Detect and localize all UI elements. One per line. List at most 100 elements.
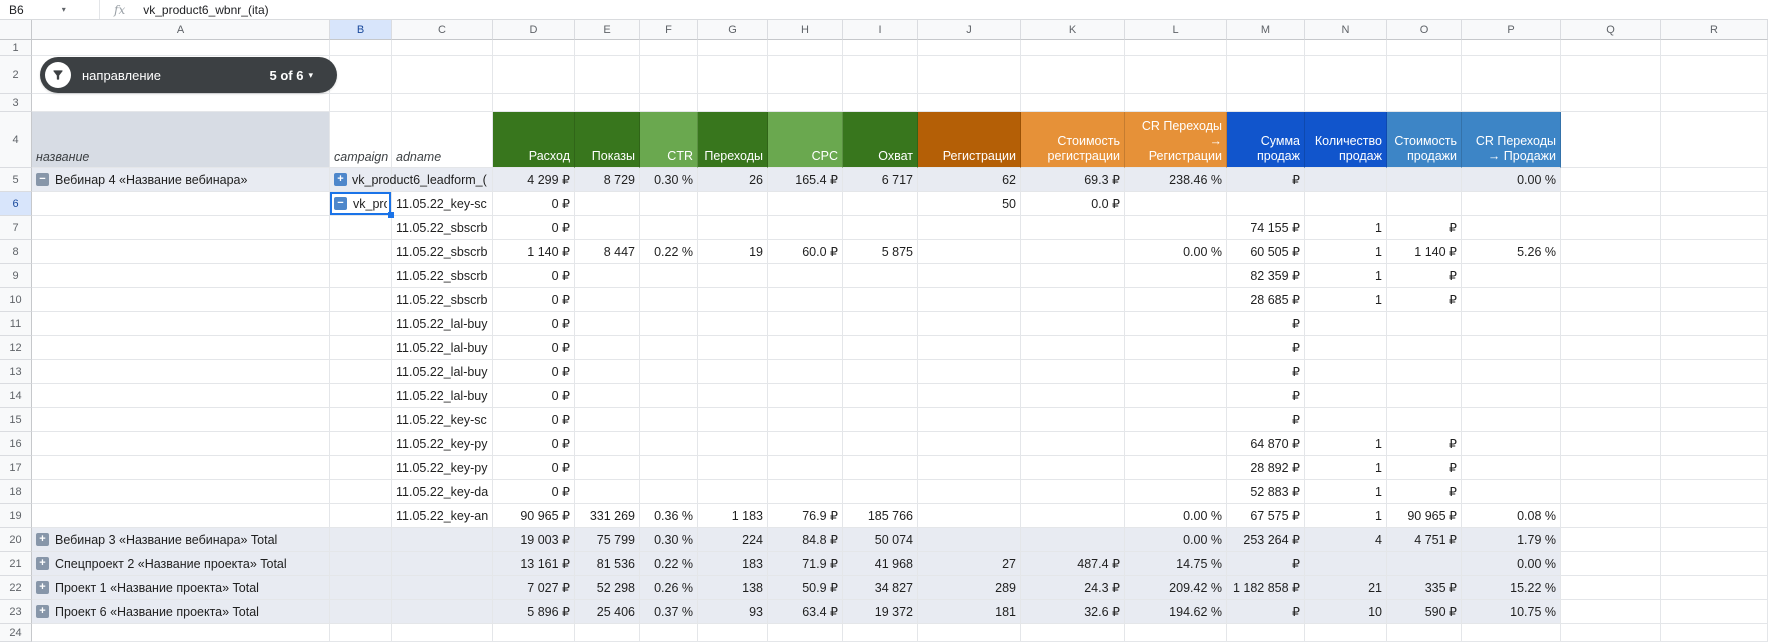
cell-F23[interactable]: 0.37 %: [640, 600, 698, 624]
cell-M5[interactable]: ₽: [1227, 168, 1305, 192]
cell-A7[interactable]: [32, 216, 330, 240]
cell-K18[interactable]: [1021, 480, 1125, 504]
cell-B7[interactable]: [330, 216, 392, 240]
cell[interactable]: [330, 624, 392, 642]
cell[interactable]: [1661, 312, 1768, 336]
column-header-J[interactable]: J: [918, 20, 1021, 40]
cell-N7[interactable]: 1: [1305, 216, 1387, 240]
cell-P21[interactable]: 0.00 %: [1462, 552, 1561, 576]
pivot-header-D[interactable]: Расход: [493, 112, 575, 168]
cell-G15[interactable]: [698, 408, 768, 432]
cell[interactable]: [1387, 40, 1462, 56]
cell-P15[interactable]: [1462, 408, 1561, 432]
cell-D5[interactable]: 4 299 ₽: [493, 168, 575, 192]
cell-B19[interactable]: [330, 504, 392, 528]
cell-E14[interactable]: [575, 384, 640, 408]
row-header-9[interactable]: 9: [0, 264, 32, 288]
cell-B6[interactable]: −vk_prod: [330, 192, 392, 216]
row-header-8[interactable]: 8: [0, 240, 32, 264]
cell-G23[interactable]: 93: [698, 600, 768, 624]
cell-K19[interactable]: [1021, 504, 1125, 528]
cell-F16[interactable]: [640, 432, 698, 456]
cell-C16[interactable]: 11.05.22_key-py: [392, 432, 493, 456]
cell-K9[interactable]: [1021, 264, 1125, 288]
cell-E18[interactable]: [575, 480, 640, 504]
cell-D8[interactable]: 1 140 ₽: [493, 240, 575, 264]
cell-E5[interactable]: 8 729: [575, 168, 640, 192]
cell-B18[interactable]: [330, 480, 392, 504]
expand-group-button[interactable]: +: [36, 605, 49, 618]
cell[interactable]: [918, 40, 1021, 56]
cell-J21[interactable]: 27: [918, 552, 1021, 576]
cell-H19[interactable]: 76.9 ₽: [768, 504, 843, 528]
cell-H17[interactable]: [768, 456, 843, 480]
cell[interactable]: [1661, 624, 1768, 642]
cell-J14[interactable]: [918, 384, 1021, 408]
cell-M23[interactable]: ₽: [1227, 600, 1305, 624]
cell-B16[interactable]: [330, 432, 392, 456]
column-header-Q[interactable]: Q: [1561, 20, 1661, 40]
cell[interactable]: [1125, 56, 1227, 94]
cell[interactable]: [1561, 576, 1661, 600]
cell-B10[interactable]: [330, 288, 392, 312]
cell[interactable]: [1227, 40, 1305, 56]
cell-G6[interactable]: [698, 192, 768, 216]
cell[interactable]: [768, 56, 843, 94]
cell-C18[interactable]: 11.05.22_key-da: [392, 480, 493, 504]
cell-P6[interactable]: [1462, 192, 1561, 216]
cell[interactable]: [1561, 456, 1661, 480]
cell-L14[interactable]: [1125, 384, 1227, 408]
cell-O22[interactable]: 335 ₽: [1387, 576, 1462, 600]
cell-N5[interactable]: [1305, 168, 1387, 192]
cell-P7[interactable]: [1462, 216, 1561, 240]
cell[interactable]: [1305, 624, 1387, 642]
cell-F11[interactable]: [640, 312, 698, 336]
cell-F18[interactable]: [640, 480, 698, 504]
cell-C20[interactable]: [392, 528, 493, 552]
cell-O15[interactable]: [1387, 408, 1462, 432]
cell[interactable]: [918, 624, 1021, 642]
column-header-I[interactable]: I: [843, 20, 918, 40]
cell-L17[interactable]: [1125, 456, 1227, 480]
cell-M18[interactable]: 52 883 ₽: [1227, 480, 1305, 504]
cell[interactable]: [1561, 240, 1661, 264]
cell-J23[interactable]: 181: [918, 600, 1021, 624]
cell-F12[interactable]: [640, 336, 698, 360]
row-header-14[interactable]: 14: [0, 384, 32, 408]
row-header-18[interactable]: 18: [0, 480, 32, 504]
column-header-R[interactable]: R: [1661, 20, 1768, 40]
cell-P5[interactable]: 0.00 %: [1462, 168, 1561, 192]
column-header-F[interactable]: F: [640, 20, 698, 40]
cell-J12[interactable]: [918, 336, 1021, 360]
cell-A6[interactable]: [32, 192, 330, 216]
cell-L5[interactable]: 238.46 %: [1125, 168, 1227, 192]
cell-I22[interactable]: 34 827: [843, 576, 918, 600]
cell-N12[interactable]: [1305, 336, 1387, 360]
cell-D9[interactable]: 0 ₽: [493, 264, 575, 288]
cell-B12[interactable]: [330, 336, 392, 360]
cell-P22[interactable]: 15.22 %: [1462, 576, 1561, 600]
cell-B21[interactable]: [330, 552, 392, 576]
row-header-5[interactable]: 5: [0, 168, 32, 192]
cell-O23[interactable]: 590 ₽: [1387, 600, 1462, 624]
cell-L12[interactable]: [1125, 336, 1227, 360]
cell-L6[interactable]: [1125, 192, 1227, 216]
column-header-K[interactable]: K: [1021, 20, 1125, 40]
cell-I19[interactable]: 185 766: [843, 504, 918, 528]
cell[interactable]: [640, 624, 698, 642]
cell-D19[interactable]: 90 965 ₽: [493, 504, 575, 528]
cell-H8[interactable]: 60.0 ₽: [768, 240, 843, 264]
cell-G13[interactable]: [698, 360, 768, 384]
cell-M10[interactable]: 28 685 ₽: [1227, 288, 1305, 312]
cell-N13[interactable]: [1305, 360, 1387, 384]
cell-O9[interactable]: ₽: [1387, 264, 1462, 288]
cell-N21[interactable]: [1305, 552, 1387, 576]
cell-M11[interactable]: ₽: [1227, 312, 1305, 336]
cell-D13[interactable]: 0 ₽: [493, 360, 575, 384]
cell[interactable]: [1125, 40, 1227, 56]
cell-O11[interactable]: [1387, 312, 1462, 336]
cell[interactable]: [1021, 56, 1125, 94]
cell-M14[interactable]: ₽: [1227, 384, 1305, 408]
cell-P16[interactable]: [1462, 432, 1561, 456]
cell[interactable]: [575, 40, 640, 56]
